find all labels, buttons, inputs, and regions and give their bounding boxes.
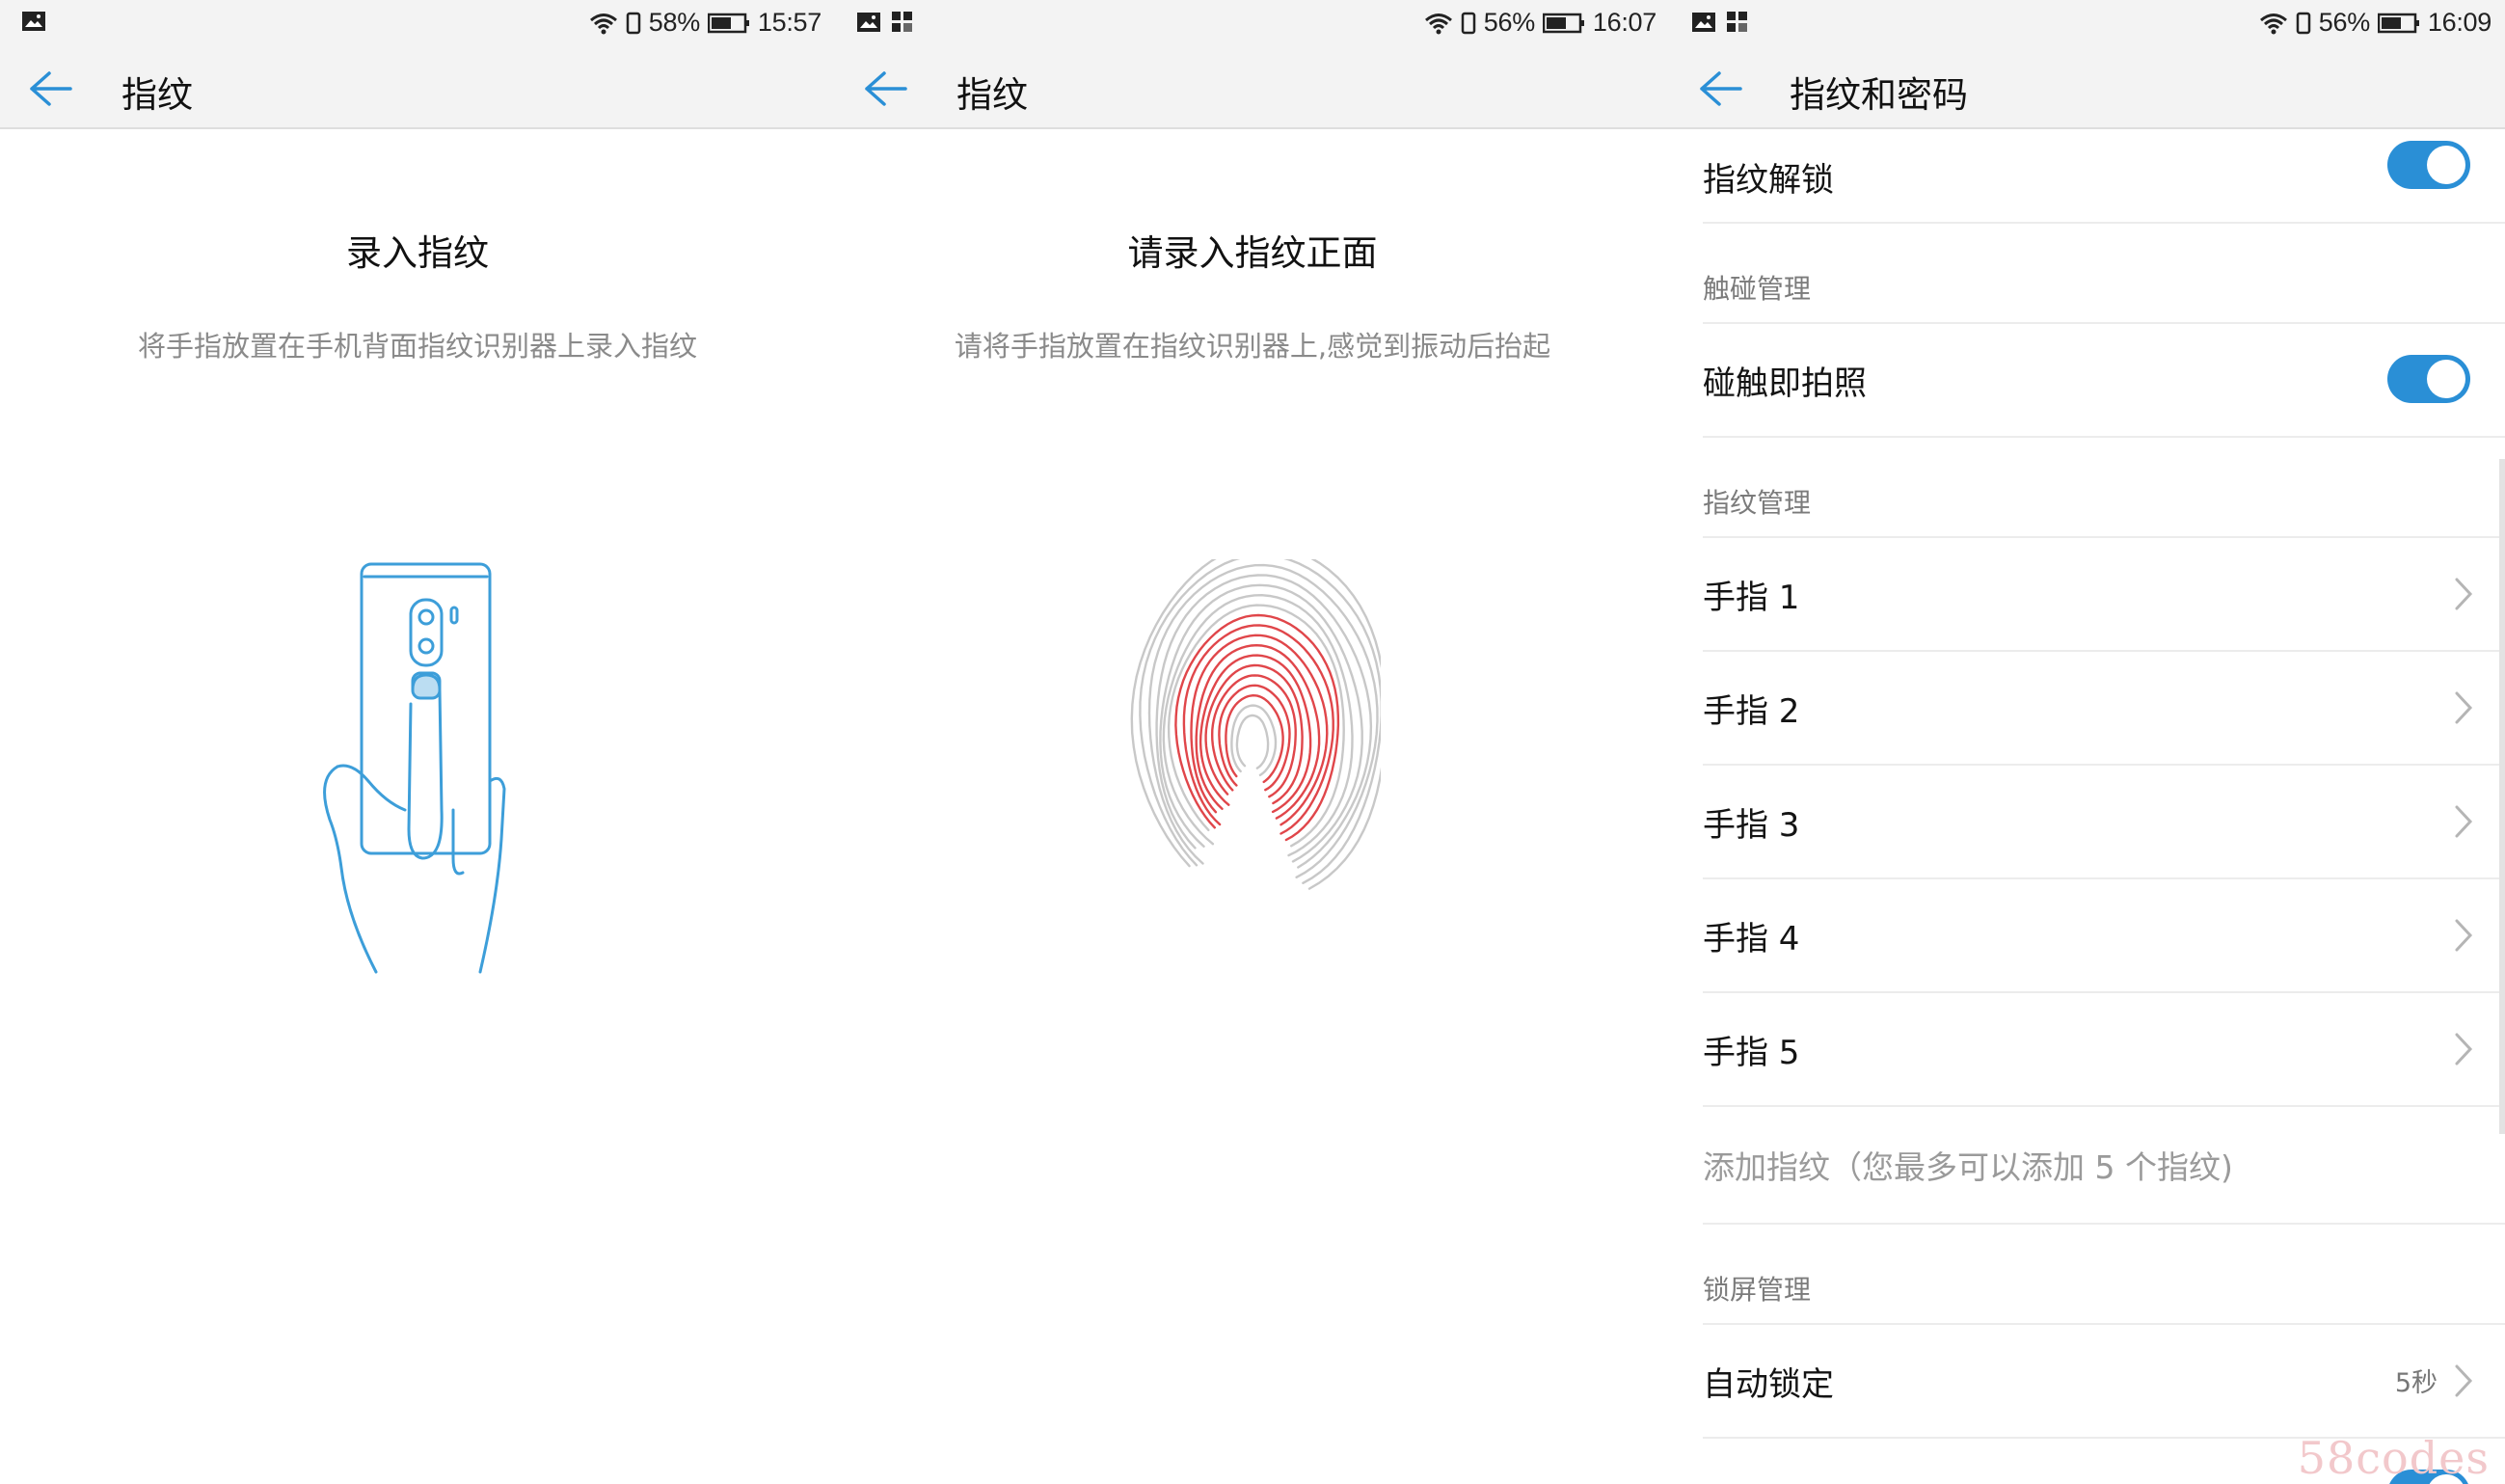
- clock: 15:57: [757, 8, 822, 37]
- divider: [1703, 436, 2505, 438]
- section-fingerprint-management: 指纹管理: [1703, 487, 1812, 519]
- app-grid-icon: [1727, 12, 1747, 32]
- vibrate-icon: [2296, 12, 2311, 34]
- auto-lock-label: 自动锁定: [1703, 1364, 1834, 1404]
- image-icon: [1692, 13, 1715, 32]
- wifi-icon: [1424, 13, 1452, 34]
- scrollbar[interactable]: [2499, 459, 2505, 1134]
- page-title: 指纹: [956, 74, 1028, 116]
- fingerprint-unlock-row[interactable]: 指纹解锁: [1703, 131, 2505, 222]
- chevron-right-icon: [2451, 802, 2476, 841]
- app-bar: 指纹: [0, 48, 835, 129]
- image-icon: [857, 13, 880, 32]
- chevron-right-icon: [2451, 1030, 2476, 1068]
- finger-label: 手指 5: [1703, 1033, 1800, 1072]
- finger-label: 手指 1: [1703, 578, 1800, 617]
- fingerprint-password-settings: 56% 16:09 指纹和密码 指纹解锁 触碰管理 碰触即拍照 指纹管理 手指 …: [1670, 0, 2505, 1484]
- watermark: 58codes: [2297, 1432, 2490, 1484]
- battery-percent: 56%: [1483, 8, 1535, 37]
- fingerprint-scan-screen: 56% 16:07 指纹 请录入指纹正面 请将手指放置在指纹识别器上,感觉到振动…: [835, 0, 1670, 1484]
- status-bar: 58% 15:57: [0, 0, 835, 48]
- back-arrow-icon: [1700, 71, 1742, 106]
- chevron-right-icon: [2451, 575, 2476, 613]
- app-bar: 指纹和密码: [1670, 48, 2505, 129]
- vibrate-icon: [1461, 12, 1476, 34]
- fingerprint-ridge: [1174, 613, 1340, 842]
- scan-heading: 请录入指纹正面: [1127, 232, 1378, 274]
- chevron-right-icon: [2451, 688, 2476, 727]
- auto-lock-row[interactable]: 自动锁定 5秒: [1703, 1325, 2505, 1437]
- divider: [1703, 1223, 2505, 1225]
- toggle-knob: [2427, 360, 2465, 398]
- vibrate-icon: [626, 12, 641, 34]
- page-title: 指纹和密码: [1790, 74, 1968, 116]
- finger-label: 手指 3: [1703, 805, 1800, 845]
- touch-photo-label: 碰触即拍照: [1703, 364, 1867, 403]
- fingerprint-ridge: [1218, 684, 1291, 792]
- enroll-description: 将手指放置在手机背面指纹识别器上录入指纹: [137, 330, 697, 363]
- fingerprint-unlock-label: 指纹解锁: [1703, 160, 1834, 200]
- back-button[interactable]: [1693, 64, 1747, 114]
- fingerprint-illustration: [1130, 559, 1381, 890]
- back-arrow-icon: [865, 71, 907, 106]
- image-icon: [22, 12, 45, 31]
- auto-lock-value: 5秒: [2394, 1368, 2438, 1398]
- clock: 16:07: [1592, 8, 1657, 37]
- back-arrow-icon: [30, 71, 72, 106]
- clock: 16:09: [2427, 8, 2492, 37]
- fingerprint-ridge: [1235, 714, 1270, 769]
- finger-item-5[interactable]: 手指 5: [1703, 993, 2505, 1105]
- finger-label: 手指 4: [1703, 919, 1800, 958]
- page-title: 指纹: [121, 74, 193, 116]
- fingerprint-enroll-screen: 58% 15:57 指纹 录入指纹 将手指放置在手机背面指纹识别器上录入指纹: [0, 0, 835, 1484]
- add-fingerprint-row[interactable]: 添加指纹（您最多可以添加 5 个指纹): [1703, 1107, 2505, 1223]
- enroll-heading: 录入指纹: [346, 232, 489, 274]
- fingerprint-unlock-toggle[interactable]: [2387, 141, 2470, 189]
- battery-icon: [707, 13, 749, 33]
- status-bar: 56% 16:09: [1670, 0, 2505, 48]
- battery-percent: 58%: [648, 8, 700, 37]
- finger-item-1[interactable]: 手指 1: [1703, 538, 2505, 650]
- finger-label: 手指 2: [1703, 691, 1800, 731]
- toggle-knob: [2427, 146, 2465, 184]
- wifi-icon: [589, 13, 617, 34]
- battery-icon: [1542, 13, 1584, 33]
- fingerprint-ridge: [1199, 654, 1312, 814]
- status-bar: 56% 16:07: [835, 0, 1670, 48]
- chevron-right-icon: [2451, 916, 2476, 955]
- fingerprint-ridge: [1195, 643, 1321, 820]
- chevron-right-icon: [2451, 1362, 2476, 1400]
- finger-item-4[interactable]: 手指 4: [1703, 879, 2505, 991]
- finger-item-2[interactable]: 手指 2: [1703, 652, 2505, 764]
- battery-icon: [2377, 13, 2419, 33]
- back-button[interactable]: [858, 64, 912, 114]
- finger-item-3[interactable]: 手指 3: [1703, 766, 2505, 877]
- phone-hand-illustration: [323, 562, 506, 974]
- touch-photo-row[interactable]: 碰触即拍照: [1703, 324, 2505, 436]
- app-grid-icon: [892, 12, 912, 32]
- scan-description: 请将手指放置在指纹识别器上,感觉到振动后抬起: [954, 330, 1551, 363]
- divider: [1703, 222, 2505, 224]
- touch-photo-toggle[interactable]: [2387, 355, 2470, 403]
- add-fingerprint-label: 添加指纹（您最多可以添加 5 个指纹): [1703, 1148, 2233, 1186]
- wifi-icon: [2259, 13, 2287, 34]
- app-bar: 指纹: [835, 48, 1670, 129]
- section-lockscreen-management: 锁屏管理: [1703, 1274, 1812, 1306]
- battery-percent: 56%: [2318, 8, 2370, 37]
- back-button[interactable]: [23, 64, 77, 114]
- section-touch-management: 触碰管理: [1703, 273, 1812, 305]
